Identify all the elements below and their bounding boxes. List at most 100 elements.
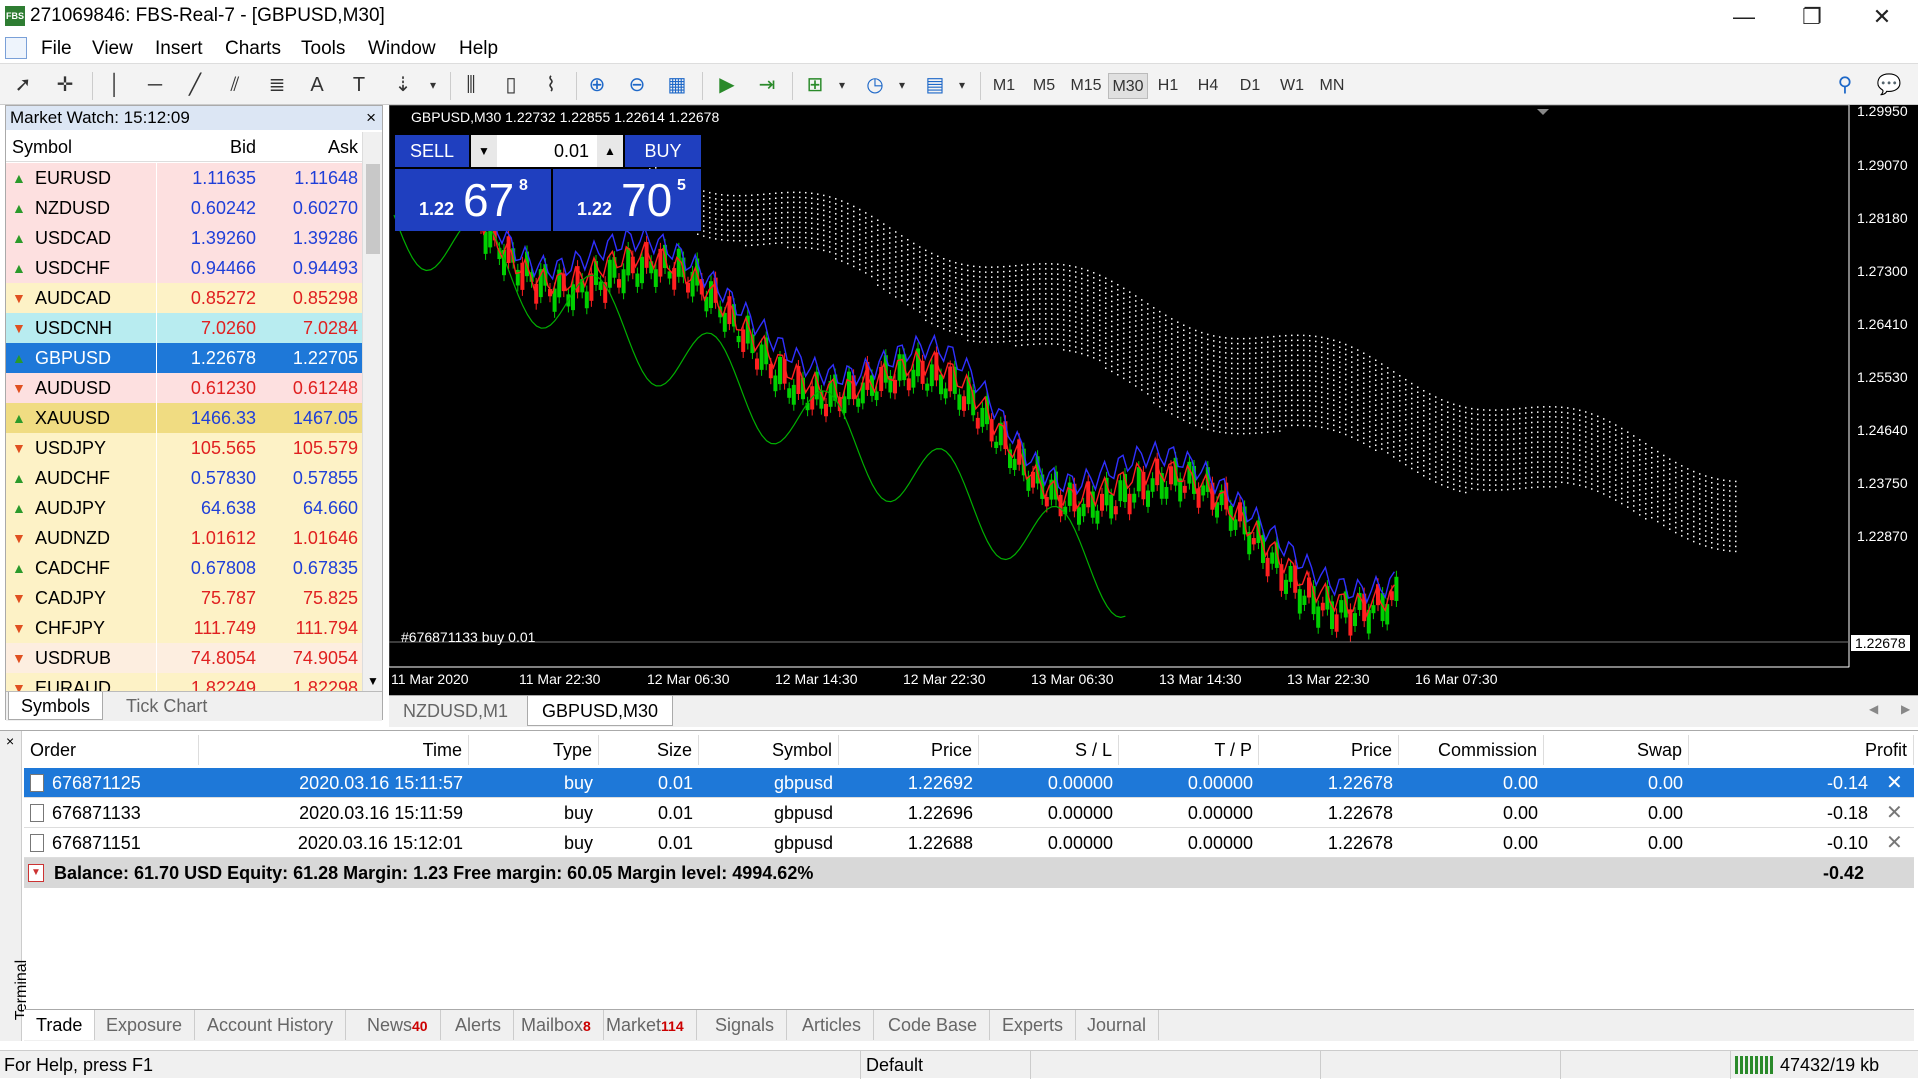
market-watch-scrollbar[interactable]: ▼ (362, 132, 382, 692)
col-size[interactable]: Size (599, 735, 699, 765)
cursor-icon[interactable]: ➚ (8, 71, 38, 99)
templates-dropdown-icon[interactable]: ▾ (947, 71, 977, 99)
terminal-tab-exposure[interactable]: Exposure (94, 1010, 196, 1040)
status-profile[interactable]: Default (866, 1051, 923, 1079)
tile-windows-icon[interactable]: ▦ (662, 71, 692, 99)
market-watch-row[interactable]: ▼ AUDUSD 0.61230 0.61248 (6, 373, 362, 403)
market-watch-row[interactable]: ▼ USDRUB 74.8054 74.9054 (6, 643, 362, 673)
col-profit[interactable]: Profit (1689, 735, 1914, 765)
tab-symbols[interactable]: Symbols (8, 692, 104, 720)
templates-icon[interactable]: ▤ (920, 71, 950, 99)
terminal-tab-market[interactable]: Market114 (594, 1010, 697, 1040)
col-tp[interactable]: T / P (1119, 735, 1259, 765)
text-label-icon[interactable]: T (344, 71, 374, 99)
col-current-price[interactable]: Price (1259, 735, 1399, 765)
tabs-left-icon[interactable]: ◀ (1869, 702, 1878, 716)
chat-icon[interactable]: 💬 (1874, 71, 1904, 99)
fibonacci-icon[interactable]: ≣ (262, 71, 292, 99)
scroll-down-icon[interactable]: ▼ (367, 674, 379, 688)
col-order[interactable]: Order (24, 735, 199, 765)
menu-file[interactable]: File (41, 38, 72, 60)
chart-shift-icon[interactable]: ⇥ (752, 71, 782, 99)
col-swap[interactable]: Swap (1544, 735, 1689, 765)
menu-view[interactable]: View (92, 38, 133, 60)
buy-price-box[interactable]: 1.22 70 5 (553, 169, 701, 231)
timeframe-m5[interactable]: M5 (1026, 73, 1062, 99)
terminal-tab-account-history[interactable]: Account History (195, 1010, 347, 1040)
terminal-tab-journal[interactable]: Journal (1075, 1010, 1160, 1040)
menu-insert[interactable]: Insert (155, 38, 203, 60)
market-watch-row[interactable]: ▼ CHFJPY 111.749 111.794 (6, 613, 362, 643)
col-sl[interactable]: S / L (979, 735, 1119, 765)
col-type[interactable]: Type (469, 735, 599, 765)
crosshair-icon[interactable]: ✛ (50, 71, 80, 99)
menu-help[interactable]: Help (459, 38, 498, 60)
order-row[interactable]: 676871151 2020.03.16 15:12:01 buy 0.01 gbpus… (24, 828, 1914, 858)
market-watch-row[interactable]: ▲ USDCAD 1.39260 1.39286 (6, 223, 362, 253)
buy-button[interactable]: BUY (625, 135, 701, 167)
candlestick-icon[interactable]: ▯ (496, 71, 526, 99)
close-order-icon[interactable]: ✕ (1886, 828, 1903, 858)
terminal-tab-trade[interactable]: Trade (24, 1010, 96, 1040)
tabs-right-icon[interactable]: ▶ (1901, 702, 1910, 716)
arrows-icon[interactable]: ⇣ (388, 71, 418, 99)
menu-window[interactable]: Window (368, 38, 436, 60)
col-time[interactable]: Time (199, 735, 469, 765)
periods-dropdown-icon[interactable]: ▾ (887, 71, 917, 99)
market-watch-row[interactable]: ▲ AUDCHF 0.57830 0.57855 (6, 463, 362, 493)
col-symbol[interactable]: Symbol (12, 132, 72, 162)
market-watch-close-icon[interactable]: × (366, 106, 376, 130)
close-order-icon[interactable]: ✕ (1886, 768, 1903, 798)
market-watch-row[interactable]: ▼ CADJPY 75.787 75.825 (6, 583, 362, 613)
market-watch-row[interactable]: ▲ GBPUSD 1.22678 1.22705 (6, 343, 362, 373)
text-icon[interactable]: A (302, 71, 332, 99)
lot-size-input[interactable]: 0.01 (497, 135, 597, 167)
zoom-out-icon[interactable]: ⊖ (622, 71, 652, 99)
bar-chart-icon[interactable]: ⫼ (456, 71, 486, 99)
col-open-price[interactable]: Price (839, 735, 979, 765)
timeframe-m15[interactable]: M15 (1066, 73, 1106, 99)
menu-tools[interactable]: Tools (301, 38, 345, 60)
col-ask[interactable]: Ask (259, 132, 358, 162)
market-watch-row[interactable]: ▲ CADCHF 0.67808 0.67835 (6, 553, 362, 583)
market-watch-row[interactable]: ▼ USDCNH 7.0260 7.0284 (6, 313, 362, 343)
sell-price-box[interactable]: 1.22 67 8 (395, 169, 551, 231)
terminal-tab-news[interactable]: News40 (355, 1010, 441, 1040)
market-watch-row[interactable]: ▼ AUDNZD 1.01612 1.01646 (6, 523, 362, 553)
market-watch-row[interactable]: ▲ NZDUSD 0.60242 0.60270 (6, 193, 362, 223)
periods-icon[interactable]: ◷ (860, 71, 890, 99)
terminal-tab-articles[interactable]: Articles (790, 1010, 875, 1040)
horizontal-line-icon[interactable]: ─ (140, 71, 170, 99)
col-bid[interactable]: Bid (156, 132, 256, 162)
timeframe-h4[interactable]: H4 (1190, 73, 1226, 99)
terminal-tab-code-base[interactable]: Code Base (876, 1010, 991, 1040)
autoscroll-icon[interactable]: ▶ (712, 71, 742, 99)
market-watch-row[interactable]: ▼ USDJPY 105.565 105.579 (6, 433, 362, 463)
terminal-tab-signals[interactable]: Signals (703, 1010, 788, 1040)
tab-tick-chart[interactable]: Tick Chart (114, 692, 219, 720)
timeframe-d1[interactable]: D1 (1232, 73, 1268, 99)
lot-increase-icon[interactable]: ▲ (597, 135, 623, 167)
market-watch-row[interactable]: ▲ EURUSD 1.11635 1.11648 (6, 163, 362, 193)
timeframe-w1[interactable]: W1 (1274, 73, 1310, 99)
market-watch-row[interactable]: ▲ AUDJPY 64.638 64.660 (6, 493, 362, 523)
search-icon[interactable]: ⚲ (1830, 71, 1860, 99)
menu-charts[interactable]: Charts (225, 38, 281, 60)
timeframe-mn[interactable]: MN (1314, 73, 1350, 99)
order-row[interactable]: 676871133 2020.03.16 15:11:59 buy 0.01 gbpus… (24, 798, 1914, 828)
terminal-tab-mailbox[interactable]: Mailbox8 (509, 1010, 604, 1040)
order-row[interactable]: 676871125 2020.03.16 15:11:57 buy 0.01 gbpus… (24, 768, 1914, 798)
lot-decrease-icon[interactable]: ▼ (471, 135, 497, 167)
col-symbol[interactable]: Symbol (699, 735, 839, 765)
terminal-tab-alerts[interactable]: Alerts (443, 1010, 515, 1040)
close-order-icon[interactable]: ✕ (1886, 798, 1903, 828)
restore-button[interactable]: ❐ (1783, 0, 1841, 33)
zoom-in-icon[interactable]: ⊕ (582, 71, 612, 99)
market-watch-row[interactable]: ▼ AUDCAD 0.85272 0.85298 (6, 283, 362, 313)
market-watch-row[interactable]: ▲ XAUUSD 1466.33 1467.05 (6, 403, 362, 433)
timeframe-m1[interactable]: M1 (986, 73, 1022, 99)
arrows-dropdown-icon[interactable]: ▾ (418, 71, 448, 99)
terminal-tab-experts[interactable]: Experts (990, 1010, 1077, 1040)
chart-tab-gbpusd[interactable]: GBPUSD,M30 (527, 696, 674, 726)
timeframe-m30[interactable]: M30 (1108, 73, 1148, 99)
